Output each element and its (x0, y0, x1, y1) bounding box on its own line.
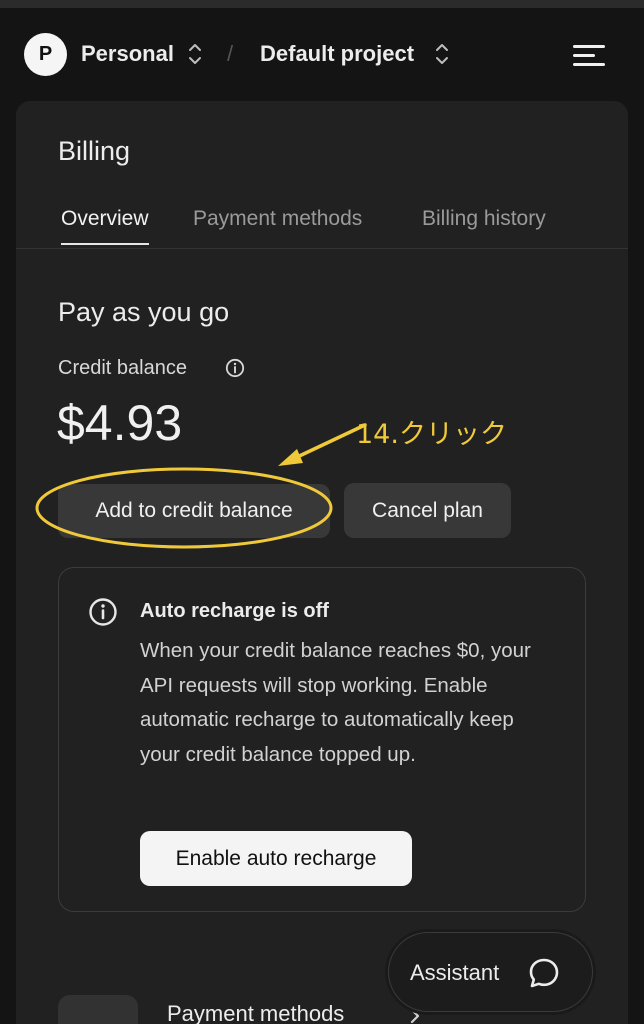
annotation-arrow-icon (278, 423, 367, 466)
notice-body: When your credit balance reaches $0, you… (140, 639, 531, 766)
assistant-label: Assistant (410, 960, 500, 985)
credit-balance-value: $4.93 (57, 395, 183, 451)
payment-methods-icon[interactable] (58, 995, 138, 1024)
plan-title: Pay as you go (58, 297, 230, 327)
assistant-button[interactable]: Assistant (388, 932, 593, 1012)
credit-balance-label: Credit balance (58, 357, 187, 379)
auto-recharge-notice: Auto recharge is off When your credit ba… (58, 567, 586, 912)
annotation-highlight-ellipse (35, 467, 333, 549)
menu-icon[interactable] (568, 41, 608, 69)
tab-billing-history[interactable]: Billing history (422, 207, 546, 231)
menu-line (573, 54, 595, 57)
info-icon (89, 598, 117, 626)
avatar[interactable]: P (24, 33, 67, 76)
top-strip (0, 0, 644, 8)
tab-payment-methods[interactable]: Payment methods (193, 207, 362, 231)
menu-line (573, 45, 605, 48)
billing-panel: Billing Overview Payment methods Billing… (16, 101, 628, 1024)
top-header: P Personal / Default project (0, 8, 644, 102)
payment-methods-link[interactable]: Payment methods (167, 1001, 344, 1024)
breadcrumb-separator: / (227, 41, 234, 66)
tab-overview[interactable]: Overview (61, 207, 149, 245)
project-switcher-label[interactable]: Default project (260, 41, 414, 67)
chat-bubble-icon (529, 958, 559, 988)
page-title: Billing (58, 136, 131, 166)
notice-title: Auto recharge is off (140, 600, 329, 622)
chevron-updown-icon[interactable] (187, 41, 203, 67)
billing-tabs: Overview Payment methods Billing history (16, 201, 628, 249)
cancel-plan-button[interactable]: Cancel plan (344, 483, 511, 538)
chevron-updown-icon[interactable] (434, 41, 450, 67)
org-switcher-label[interactable]: Personal (81, 41, 174, 67)
annotation-label: 14.クリック (356, 419, 507, 450)
menu-line (573, 63, 605, 66)
enable-auto-recharge-button[interactable]: Enable auto recharge (140, 831, 412, 886)
info-icon[interactable] (225, 358, 245, 378)
